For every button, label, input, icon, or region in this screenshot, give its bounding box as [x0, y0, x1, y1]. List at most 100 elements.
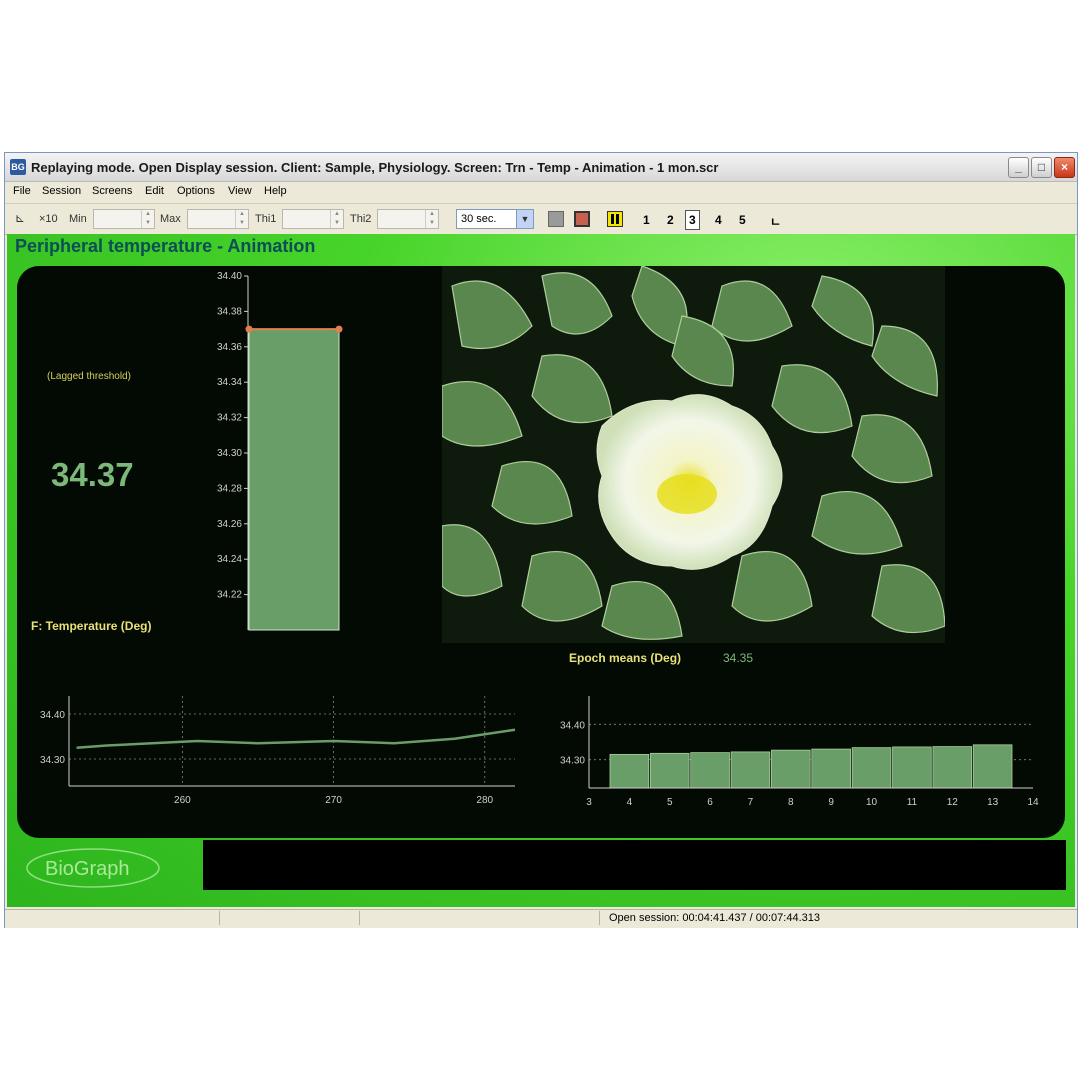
min-input[interactable]: ▲ ▼: [93, 209, 155, 229]
channel-label: F: Temperature (Deg): [31, 619, 152, 633]
minimize-button[interactable]: _: [1008, 157, 1029, 178]
pause-icon: [611, 214, 614, 224]
duration-value: 30 sec.: [461, 213, 497, 225]
page-3-button[interactable]: 3: [685, 210, 700, 230]
duration-select[interactable]: 30 sec. ▼: [456, 209, 534, 229]
x-tick-label: 14: [1027, 797, 1039, 808]
epoch-bar: [609, 753, 650, 789]
epoch-bar: [649, 752, 690, 789]
y-tick-label: 34.30: [40, 755, 65, 766]
thi2-input[interactable]: ▲ ▼: [377, 209, 439, 229]
menu-screens[interactable]: Screens: [92, 185, 132, 197]
thi2-label: Thi2: [350, 213, 372, 225]
epoch-means-label: Epoch means (Deg): [569, 651, 682, 665]
gauge-tick-label: 34.28: [217, 483, 242, 494]
x-tick-label: 13: [987, 797, 999, 808]
status-segment: [359, 911, 600, 925]
epoch-bar: [771, 749, 811, 789]
thi1-label: Thi1: [255, 213, 277, 225]
status-segment: [5, 911, 220, 925]
feedback-message-area: [203, 840, 1066, 890]
menu-bar: File Session Screens Edit Options View H…: [5, 182, 1077, 202]
spin-arrows-icon[interactable]: ▲ ▼: [330, 210, 343, 228]
page-4-button[interactable]: 4: [715, 213, 722, 227]
temperature-value: 34.37: [51, 456, 134, 493]
threshold-marker: [245, 325, 253, 333]
gauge-tick-label: 34.34: [217, 377, 242, 388]
menu-session[interactable]: Session: [42, 185, 81, 197]
status-segment: [219, 911, 360, 925]
x-tick-label: 270: [325, 795, 342, 806]
instrument-panel: (Lagged threshold) 34.37 F: Temperature …: [17, 266, 1065, 838]
x-tick-label: 3: [586, 797, 592, 808]
menu-help[interactable]: Help: [264, 185, 287, 197]
page-2-button[interactable]: 2: [667, 213, 674, 227]
x-tick-label: 260: [174, 795, 191, 806]
title-bar[interactable]: BG Replaying mode. Open Display session.…: [5, 153, 1077, 182]
gauge-bar: [248, 328, 340, 631]
display-screen: Peripheral temperature - Animation (Lagg…: [7, 234, 1075, 907]
biograph-logo: BioGraph: [26, 848, 160, 888]
page-1-button[interactable]: 1: [643, 213, 650, 227]
grey-square-button[interactable]: [548, 211, 564, 227]
logo-text: BioGraph: [45, 858, 130, 880]
flower-animation-image: [442, 266, 945, 643]
gauge-tick-label: 34.38: [217, 306, 242, 317]
max-label: Max: [160, 213, 181, 225]
window-title: Replaying mode. Open Display session. Cl…: [31, 160, 719, 175]
min-label: Min: [69, 213, 87, 225]
x-tick-label: 6: [707, 797, 713, 808]
thi1-input[interactable]: ▲ ▼: [282, 209, 344, 229]
x-tick-label: 5: [667, 797, 673, 808]
menu-options[interactable]: Options: [177, 185, 215, 197]
epoch-bar: [972, 744, 1013, 789]
temperature-line-chart: 34.40 34.30 260 270 280: [40, 696, 516, 806]
pause-button[interactable]: [607, 211, 623, 227]
gauge-tick-label: 34.30: [217, 448, 242, 459]
record-button[interactable]: [574, 211, 590, 227]
page-5-button[interactable]: 5: [739, 213, 746, 227]
app-icon: BG: [10, 159, 26, 175]
gauge-tick-label: 34.26: [217, 519, 242, 530]
menu-view[interactable]: View: [228, 185, 252, 197]
epoch-means-value: 34.35: [723, 651, 754, 665]
epoch-bar: [730, 751, 771, 789]
x-tick-label: 9: [828, 797, 834, 808]
epoch-bar: [932, 746, 973, 789]
session-time-text: Open session: 00:04:41.437 / 00:07:44.31…: [609, 912, 820, 924]
spin-arrows-icon[interactable]: ▲ ▼: [425, 210, 438, 228]
x-tick-label: 12: [947, 797, 959, 808]
epoch-bar: [892, 746, 932, 789]
x-tick-label: 10: [866, 797, 878, 808]
toolbar: ⊾ ×10 Min ▲ ▼ Max ▲ ▼ Thi1 ▲ ▼ Thi2 ▲ ▼ 30 s…: [5, 203, 1077, 235]
gauge-tick-label: 34.32: [217, 413, 242, 424]
x-tick-label: 7: [748, 797, 754, 808]
axis-scale-icon[interactable]: ⊾: [15, 211, 25, 225]
menu-edit[interactable]: Edit: [145, 185, 164, 197]
epoch-bar: [851, 747, 892, 789]
app-window: BG Replaying mode. Open Display session.…: [4, 152, 1078, 928]
epoch-means-bar-chart: 34.40 34.30 3 4 5 6 7 8 9 10 11 12 13 14: [560, 696, 1039, 808]
max-input[interactable]: ▲ ▼: [187, 209, 249, 229]
chevron-down-icon[interactable]: ▼: [516, 210, 533, 228]
temperature-line: [76, 728, 516, 749]
gauge-tick-label: 34.22: [217, 590, 242, 601]
menu-file[interactable]: File: [13, 185, 31, 197]
maximize-button[interactable]: □: [1031, 157, 1052, 178]
y-tick-label: 34.30: [560, 756, 585, 767]
gauge-tick-label: 34.24: [217, 554, 242, 565]
spin-arrows-icon[interactable]: ▲ ▼: [235, 210, 248, 228]
x-tick-label: 4: [627, 797, 633, 808]
close-button[interactable]: ×: [1054, 157, 1075, 178]
spin-arrows-icon[interactable]: ▲ ▼: [141, 210, 154, 228]
threshold-marker: [335, 325, 343, 333]
gauge-tick-label: 34.40: [217, 271, 242, 282]
step-icon[interactable]: ㄴ: [770, 213, 781, 230]
zoom-label[interactable]: ×10: [39, 213, 58, 225]
x-tick-label: 280: [476, 795, 493, 806]
lagged-threshold-label: (Lagged threshold): [47, 371, 131, 382]
temperature-bar-gauge: 34.40 34.38 34.36 34.34 34.32 34.30 34.28 34.26…: [217, 271, 343, 631]
epoch-bar: [690, 752, 730, 789]
status-bar: Open session: 00:04:41.437 / 00:07:44.31…: [5, 909, 1077, 928]
pause-icon: [616, 214, 619, 224]
